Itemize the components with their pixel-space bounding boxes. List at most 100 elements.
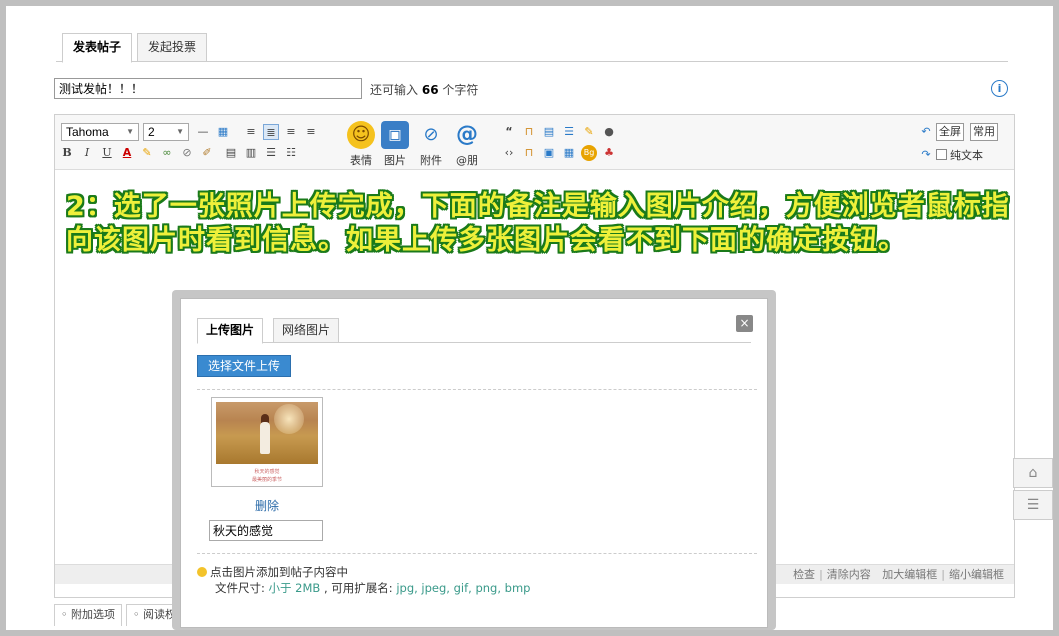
tip-size-value: 小于 2MB: [268, 581, 321, 595]
enlarge-editor-link[interactable]: 加大编辑框: [882, 568, 937, 581]
image-icon: ▣: [381, 121, 409, 149]
font-size-value: 2: [148, 125, 155, 139]
bottom-option-tabs: ◦ 附加选项 ◦ 阅读权: [54, 604, 187, 630]
quote-icon[interactable]: “: [501, 124, 517, 140]
upload-image-dialog: 上传图片 网络图片 × 选择文件上传 秋天的感觉 最美丽的季节 删除 点击图片添…: [180, 298, 768, 628]
attachment-button[interactable]: ⊘ 附件: [414, 121, 448, 168]
link-icon[interactable]: ∞: [159, 145, 175, 161]
attachment-label: 附件: [420, 154, 442, 167]
text-color-icon[interactable]: A: [119, 145, 135, 161]
sun-flare: [274, 404, 304, 434]
image-button[interactable]: ▣ 图片: [378, 121, 412, 168]
float-icon[interactable]: ▥: [243, 145, 259, 161]
mention-button[interactable]: @ @朋: [450, 121, 484, 168]
tab-post[interactable]: 发表帖子: [62, 33, 133, 63]
redo-icon[interactable]: ↷: [918, 147, 934, 163]
hide-icon[interactable]: ⊓: [521, 145, 537, 161]
code-icon[interactable]: ‹›: [501, 145, 517, 161]
tab-upload-image[interactable]: 上传图片: [197, 318, 264, 344]
emoticon-button[interactable]: ☺ 表情: [344, 121, 378, 168]
bold-icon[interactable]: B: [59, 145, 75, 161]
paperclip-icon: ⊘: [423, 124, 439, 145]
editor-toolbar: Tahoma ▼ 2 ▼ — ▦ ≡ ≣ ≡ ≡ B I U A ✎ ∞ ⊘ ✐ ▤…: [55, 115, 1014, 170]
fullscreen-button[interactable]: 全屏: [936, 123, 964, 141]
emoticon-label: 表情: [350, 154, 372, 167]
subject-row: 还可输入 66 个字符 i: [54, 78, 1008, 100]
ordered-list-icon[interactable]: ☰: [263, 145, 279, 161]
divider: [197, 389, 757, 390]
lock-icon[interactable]: ⊓: [521, 124, 537, 140]
underline-icon[interactable]: U: [99, 145, 115, 161]
delete-image-link[interactable]: 删除: [255, 497, 279, 514]
pencil-icon[interactable]: ✎: [581, 124, 597, 140]
tip-text: 点击图片添加到帖子内容中: [210, 565, 348, 579]
check-link[interactable]: 检查: [793, 568, 815, 581]
choose-file-upload-button[interactable]: 选择文件上传: [197, 355, 292, 377]
clear-content-link[interactable]: 清除内容: [827, 568, 871, 581]
list-icon[interactable]: ☰: [561, 124, 577, 140]
qq-icon[interactable]: ♣: [601, 145, 617, 161]
image-description-input[interactable]: [209, 520, 323, 541]
subject-input[interactable]: [54, 78, 362, 99]
chevron-down-icon: ▼: [176, 127, 184, 136]
align-left-icon[interactable]: ≡: [243, 124, 259, 140]
tab-poll[interactable]: 发起投票: [137, 33, 208, 62]
flash-icon[interactable]: ▣: [541, 145, 557, 161]
separator: |: [819, 568, 823, 581]
italic-icon[interactable]: I: [79, 145, 95, 161]
align-justify-icon[interactable]: ≣: [263, 124, 279, 140]
tab-extra-options-label: 附加选项: [71, 608, 115, 621]
background-color-icon[interactable]: ✎: [139, 145, 155, 161]
chevron-down-icon: ▼: [126, 127, 134, 136]
paragraph-icon[interactable]: ▤: [223, 145, 239, 161]
horizontal-rule-icon[interactable]: —: [195, 124, 211, 140]
close-icon[interactable]: ×: [736, 315, 753, 332]
table-insert-icon[interactable]: ▦: [561, 145, 577, 161]
common-button[interactable]: 常用: [970, 123, 998, 141]
unlink-icon[interactable]: ⊘: [179, 145, 195, 161]
separator: |: [941, 568, 945, 581]
mention-label: @朋: [456, 154, 478, 167]
separator: [875, 568, 879, 581]
divider: [197, 553, 757, 554]
char-counter-suffix: 个字符: [442, 83, 479, 97]
photo-caption: 最美丽的季节: [251, 477, 282, 483]
toolbar-right: ↶ 全屏 常用 ↷ 纯文本: [918, 123, 1008, 167]
align-center-icon[interactable]: ≡: [283, 124, 299, 140]
align-right-icon[interactable]: ≡: [303, 124, 319, 140]
post-type-tabs: 发表帖子 发起投票: [56, 28, 1008, 63]
media-icon[interactable]: ●: [601, 124, 617, 140]
clear-format-icon[interactable]: ✐: [199, 145, 215, 161]
font-family-select[interactable]: Tahoma ▼: [61, 123, 139, 141]
code-block-icon[interactable]: ▤: [541, 124, 557, 140]
photo-figure: [260, 422, 270, 454]
font-size-select[interactable]: 2 ▼: [143, 123, 189, 141]
table-icon[interactable]: ▦: [215, 124, 231, 140]
lightbulb-icon: [197, 567, 207, 577]
tip-ext-label: , 可用扩展名:: [320, 581, 397, 595]
instruction-annotation: 2：选了一张照片上传完成，下面的备注是输入图片介绍，方便浏览者鼠标指向该图片时看…: [66, 191, 1010, 256]
photo-image: [216, 402, 318, 464]
undo-icon[interactable]: ↶: [918, 124, 934, 140]
back-to-top-icon[interactable]: ⌂: [1013, 458, 1053, 488]
statusbar-links: 检查 | 清除内容 加大编辑框 | 缩小编辑框: [793, 565, 1004, 584]
at-sign-icon: @: [456, 122, 478, 147]
upload-tip: 点击图片添加到帖子内容中 文件尺寸: 小于 2MB , 可用扩展名: jpg, …: [197, 564, 530, 596]
char-counter-prefix: 还可输入: [370, 83, 419, 97]
list-view-icon[interactable]: ☰: [1013, 490, 1053, 520]
plaintext-checkbox[interactable]: [936, 149, 947, 160]
image-label: 图片: [384, 154, 406, 167]
uploaded-image-thumbnail[interactable]: 秋天的感觉 最美丽的季节: [211, 397, 323, 487]
plaintext-label: 纯文本: [950, 149, 983, 162]
unordered-list-icon[interactable]: ☷: [283, 145, 299, 161]
tip-size-label: 文件尺寸:: [215, 581, 269, 595]
shrink-editor-link[interactable]: 缩小编辑框: [949, 568, 1004, 581]
tab-network-image[interactable]: 网络图片: [273, 318, 340, 343]
bg-icon[interactable]: Bg: [581, 145, 597, 161]
tab-extra-options[interactable]: ◦ 附加选项: [54, 604, 122, 626]
tip-line-1: 点击图片添加到帖子内容中: [197, 564, 530, 580]
dialog-tabs: 上传图片 网络图片: [197, 315, 751, 344]
smiley-icon: ☺: [347, 121, 375, 149]
info-icon[interactable]: i: [991, 80, 1008, 97]
tip-line-2: 文件尺寸: 小于 2MB , 可用扩展名: jpg, jpeg, gif, pn…: [197, 580, 530, 596]
